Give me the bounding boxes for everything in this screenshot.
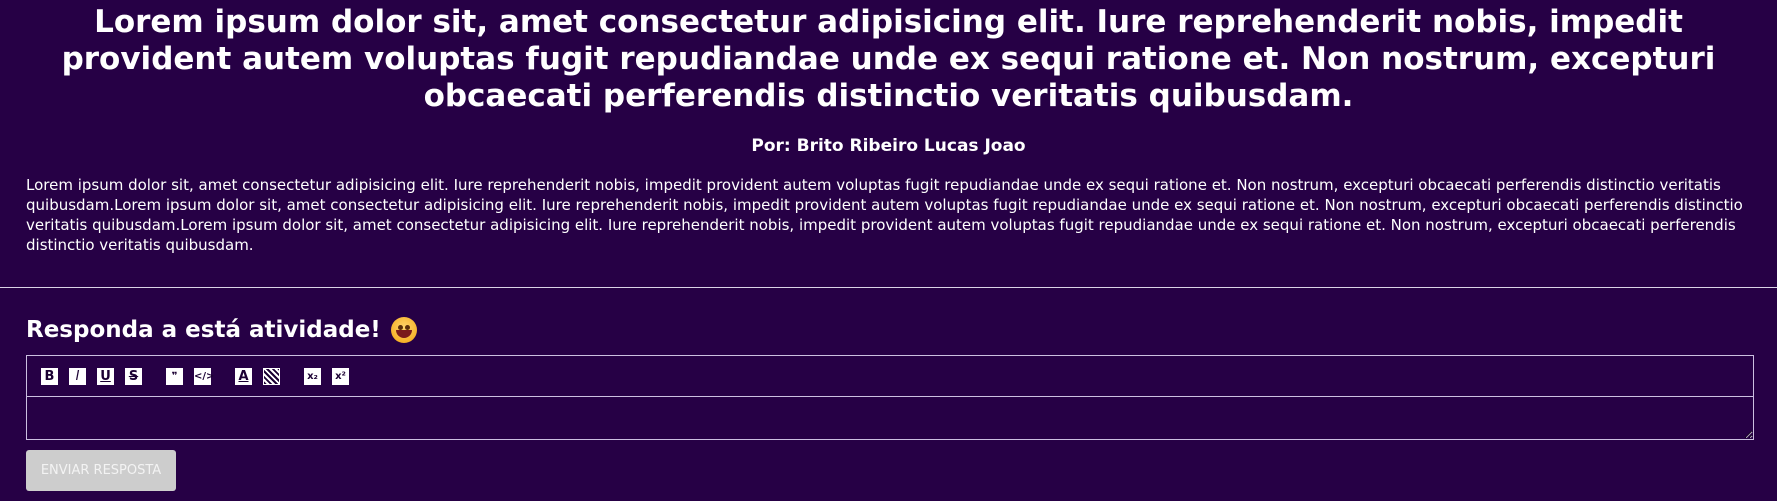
bold-button[interactable]: B <box>41 367 58 385</box>
blockquote-button[interactable]: ❞ <box>166 367 183 385</box>
section-divider <box>0 287 1777 288</box>
background-color-button[interactable] <box>263 367 280 385</box>
code-block-button[interactable]: </> <box>194 367 214 385</box>
superscript-button[interactable]: x² <box>332 367 349 385</box>
answer-input[interactable] <box>27 397 1753 439</box>
page: Lorem ipsum dolor sit, amet consectetur … <box>0 0 1777 501</box>
italic-button[interactable]: I <box>69 367 86 385</box>
editor-toolbar: B I U S ❞ </> A x₂ x² <box>27 356 1753 397</box>
activity-title-text: Responda a está atividade! <box>26 317 381 343</box>
activity-section: Responda a está atividade! B I U S ❞ </>… <box>26 315 1754 491</box>
strikethrough-button[interactable]: S <box>125 367 142 385</box>
author-line: Por: Brito Ribeiro Lucas Joao <box>751 136 1026 156</box>
page-title: Lorem ipsum dolor sit, amet consectetur … <box>61 4 1716 114</box>
subscript-button[interactable]: x₂ <box>304 367 321 385</box>
rich-text-editor: B I U S ❞ </> A x₂ x² <box>26 355 1754 440</box>
emoji-mouth <box>395 330 412 338</box>
underline-button[interactable]: U <box>97 367 114 385</box>
text-color-button[interactable]: A <box>235 367 252 385</box>
body-text: Lorem ipsum dolor sit, amet consectetur … <box>26 176 1743 254</box>
submit-answer-button[interactable]: ENVIAR RESPOSTA <box>26 450 176 491</box>
grinning-face-icon <box>390 317 417 343</box>
activity-heading: Responda a está atividade! <box>26 315 1754 345</box>
